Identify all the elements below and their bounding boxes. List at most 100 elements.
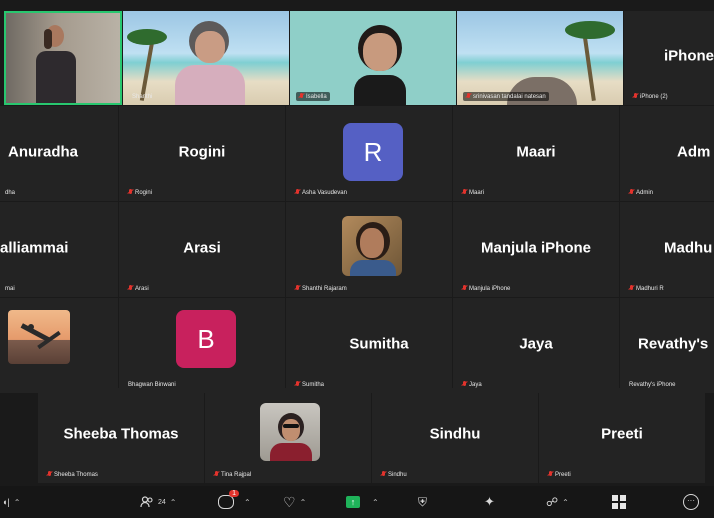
more-icon: ··· bbox=[683, 494, 699, 510]
video-tile-preeti[interactable]: Preeti Preeti bbox=[539, 388, 705, 483]
profile-photo bbox=[342, 216, 402, 276]
share-screen-icon: ↑ bbox=[346, 496, 360, 508]
muted-mic-icon bbox=[462, 381, 467, 388]
video-tile-active-speaker[interactable] bbox=[4, 11, 122, 105]
chat-button[interactable]: 1 ⌃ bbox=[218, 486, 251, 518]
ai-companion-button[interactable]: ✦ bbox=[484, 486, 495, 518]
participant-label: Tina Rajpal bbox=[211, 470, 254, 479]
participants-count: 24 bbox=[158, 498, 166, 506]
video-tile-valliammai[interactable]: alliammai mai bbox=[0, 202, 118, 297]
participant-figure bbox=[350, 25, 410, 105]
participant-name: Sindhu bbox=[429, 424, 481, 442]
apps-button[interactable]: ☍ ⌃ bbox=[546, 486, 569, 518]
video-tile-tina-rajpal[interactable]: Tina Rajpal bbox=[205, 388, 371, 483]
more-button[interactable]: ··· bbox=[683, 486, 699, 518]
grid-view-icon bbox=[612, 495, 626, 509]
participant-label: Maari bbox=[459, 188, 487, 197]
participant-name: Sheeba Thomas bbox=[63, 424, 179, 442]
participant-label: Admin bbox=[626, 188, 656, 197]
participant-label: Manjula iPhone bbox=[459, 284, 513, 293]
participant-name: Arasi bbox=[183, 238, 221, 256]
muted-mic-icon bbox=[381, 471, 386, 478]
muted-mic-icon bbox=[128, 189, 133, 196]
chevron-up-icon[interactable]: ⌃ bbox=[372, 498, 379, 507]
microphone-icon: ◖| bbox=[2, 497, 10, 507]
chat-icon: 1 bbox=[218, 490, 239, 509]
share-screen-button[interactable]: ↑ ⌃ bbox=[346, 486, 379, 518]
participants-button[interactable]: 24 ⌃ bbox=[140, 486, 177, 518]
muted-mic-icon bbox=[629, 189, 634, 196]
chevron-up-icon[interactable]: ⌃ bbox=[244, 498, 251, 507]
audio-control[interactable]: ◖| ⌃ bbox=[2, 486, 20, 518]
video-tile-revathy-iphone[interactable]: Revathy's Revathy's iPhone bbox=[620, 298, 714, 393]
participant-name: Revathy's bbox=[638, 334, 709, 352]
video-tile-anuradha[interactable]: Anuradha dha bbox=[0, 106, 118, 201]
video-tile-yoga[interactable] bbox=[0, 298, 118, 393]
chat-badge: 1 bbox=[229, 490, 239, 497]
participant-label: Shanthi Rajaram bbox=[292, 284, 350, 293]
chevron-up-icon[interactable]: ⌃ bbox=[300, 498, 307, 507]
video-tile-admin[interactable]: Adm Admin bbox=[620, 106, 714, 201]
reactions-button[interactable]: ♡ ⌃ bbox=[283, 486, 306, 518]
muted-mic-icon bbox=[462, 189, 467, 196]
participant-label: Preeti bbox=[545, 470, 574, 479]
participant-label: iPhone (2) bbox=[630, 92, 671, 101]
participant-label: dha bbox=[5, 190, 16, 196]
participant-label: Arasi bbox=[125, 284, 152, 293]
meeting-toolbar: ◖| ⌃ 24 ⌃ 1 ⌃ ♡ ⌃ ↑ ⌃ ⛨ ✦ ☍ ⌃ ··· bbox=[0, 486, 714, 518]
chevron-up-icon[interactable]: ⌃ bbox=[562, 498, 569, 507]
muted-mic-icon bbox=[466, 93, 471, 100]
participant-name: alliammai bbox=[0, 238, 69, 256]
participant-label: Rogini bbox=[125, 188, 155, 197]
video-tile-maari[interactable]: Maari Maari bbox=[453, 106, 619, 201]
video-tile-bhagwan-binwani[interactable]: B Bhagwan Binwani bbox=[119, 298, 285, 393]
participant-name: Manjula iPhone bbox=[480, 238, 591, 256]
muted-mic-icon bbox=[214, 471, 219, 478]
video-tile-jaya[interactable]: Jaya Jaya bbox=[453, 298, 619, 393]
participant-name: Sumitha bbox=[349, 334, 409, 352]
video-tile-iphone-2[interactable]: iPhone iPhone (2) bbox=[624, 11, 714, 105]
muted-mic-icon bbox=[629, 285, 634, 292]
participant-name: Anuradha bbox=[8, 142, 79, 160]
profile-photo bbox=[260, 403, 320, 461]
participant-name: Rogini bbox=[178, 142, 226, 160]
participant-label: Sindhu bbox=[378, 470, 410, 479]
chevron-up-icon[interactable]: ⌃ bbox=[14, 498, 21, 507]
muted-mic-icon bbox=[128, 285, 133, 292]
video-tile-asha-vasudevan[interactable]: R Asha Vasudevan bbox=[286, 106, 452, 201]
avatar: R bbox=[343, 123, 403, 181]
video-tile-srinivasan[interactable]: srinivasan tandalai natesan bbox=[457, 11, 623, 105]
video-tile-manjula-iphone[interactable]: Manjula iPhone Manjula iPhone bbox=[453, 202, 619, 297]
participant-name: iPhone bbox=[664, 47, 714, 65]
chevron-up-icon[interactable]: ⌃ bbox=[170, 498, 177, 507]
sparkle-icon: ✦ bbox=[484, 494, 495, 509]
participant-name: Adm bbox=[677, 142, 711, 160]
speaker-figure bbox=[36, 25, 76, 103]
view-button[interactable] bbox=[612, 486, 626, 518]
participant-label: mai bbox=[5, 286, 15, 292]
muted-mic-icon bbox=[295, 285, 300, 292]
video-tile-shanthi[interactable]: Shanthi bbox=[123, 11, 289, 105]
participant-name: Jaya bbox=[519, 334, 553, 352]
video-tile-sindhu[interactable]: Sindhu Sindhu bbox=[372, 388, 538, 483]
heart-icon: ♡ bbox=[283, 493, 296, 510]
participant-label: Madhuri R bbox=[626, 284, 667, 293]
video-tile-shanthi-rajaram[interactable]: Shanthi Rajaram bbox=[286, 202, 452, 297]
participants-icon bbox=[140, 496, 153, 508]
participant-label: srinivasan tandalai natesan bbox=[463, 92, 549, 101]
participant-name: Maari bbox=[516, 142, 556, 160]
muted-mic-icon bbox=[295, 381, 300, 388]
security-button[interactable]: ⛨ bbox=[418, 486, 427, 518]
muted-mic-icon bbox=[295, 189, 300, 196]
muted-mic-icon bbox=[299, 93, 304, 100]
video-tile-arasi[interactable]: Arasi Arasi bbox=[119, 202, 285, 297]
participant-figure bbox=[175, 21, 245, 105]
video-tile-rogini[interactable]: Rogini Rogini bbox=[119, 106, 285, 201]
video-tile-isabella[interactable]: Isabella bbox=[290, 11, 456, 105]
video-tile-sumitha[interactable]: Sumitha Sumitha bbox=[286, 298, 452, 393]
video-tile-madhuri[interactable]: Madhu Madhuri R bbox=[620, 202, 714, 297]
muted-mic-icon bbox=[462, 285, 467, 292]
muted-mic-icon bbox=[633, 93, 638, 100]
avatar: B bbox=[176, 310, 236, 368]
video-tile-sheeba-thomas[interactable]: Sheeba Thomas Sheeba Thomas bbox=[38, 388, 204, 483]
